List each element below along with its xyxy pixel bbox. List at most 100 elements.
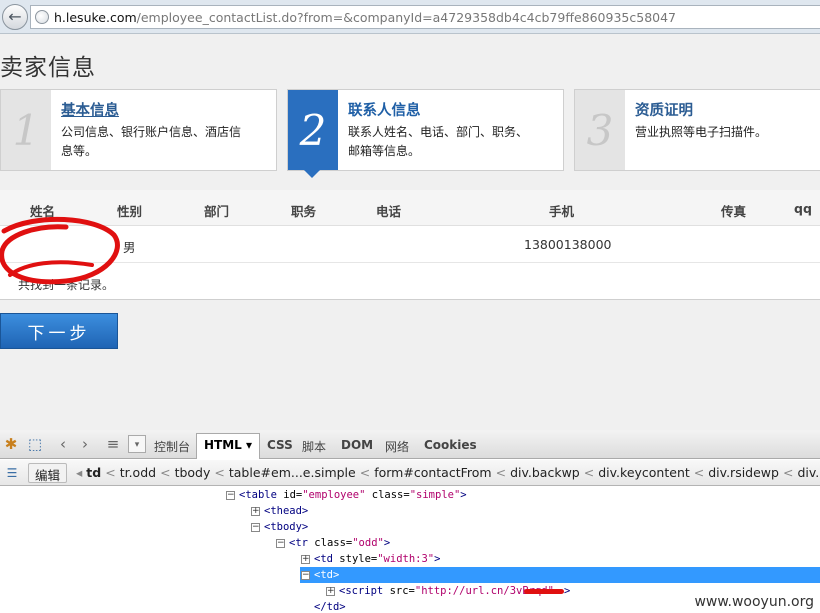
breadcrumb-item[interactable]: td — [86, 465, 101, 480]
edit-button[interactable]: 编辑 — [28, 463, 68, 483]
expand-icon[interactable]: + — [326, 586, 335, 596]
table-row[interactable]: 男 13800138000 — [0, 227, 820, 263]
url-input[interactable]: h.lesuke.com/employee_contactList.do?fro… — [30, 5, 820, 29]
breadcrumb: ☰ 编辑 ◂ td < tr.odd < tbody < table#em...e.simp… — [0, 460, 820, 486]
page-title: 卖家信息 — [0, 55, 96, 81]
tree-node[interactable]: − <tbody> — [251, 519, 308, 535]
step-description: 联系人姓名、电话、部门、职务、邮箱等信息。 — [348, 125, 529, 158]
tree-node[interactable]: + <thead> — [251, 503, 308, 519]
breadcrumb-item[interactable]: table#em...e.simple — [229, 465, 356, 480]
tree-tag-close: > — [383, 537, 391, 549]
tab-html-label: HTML — [204, 438, 242, 452]
breadcrumb-list: ◂ td < tr.odd < tbody < table#em...e.simple < fo… — [76, 465, 820, 480]
step-title[interactable]: 基本信息 — [61, 99, 119, 120]
devtools-toolbar: ✱ ⬚ ‹ › ≡ ▾ 控制台 HTML ▾ CSS 脚本 DOM 网络 Coo… — [0, 430, 820, 459]
expand-icon[interactable]: + — [251, 506, 260, 516]
breadcrumb-item[interactable]: div.backwp — [510, 465, 580, 480]
breadcrumb-item[interactable]: tr.odd — [120, 465, 156, 480]
column-header: 姓名 — [30, 204, 56, 219]
tree-attr-name: src= — [389, 585, 415, 597]
column-header: 部门 — [204, 204, 230, 219]
scroll-left-icon[interactable]: ◂ — [76, 465, 82, 480]
column-header: qq — [794, 201, 812, 216]
tab-console[interactable]: 控制台 — [154, 438, 190, 455]
step-title: 联系人信息 — [348, 103, 421, 119]
tree-attr-name: class= — [314, 537, 353, 549]
column-header: 性别 — [117, 204, 143, 219]
tree-attr-name: style= — [339, 553, 378, 565]
tree-node[interactable]: − <table id="employee" class="simple"> — [226, 487, 467, 503]
record-count-note: 共找到一条记录。 — [18, 278, 115, 292]
collapse-icon[interactable]: − — [301, 570, 310, 580]
breadcrumb-item[interactable]: div.keycontent — [598, 465, 690, 480]
back-button[interactable]: ← — [2, 4, 28, 30]
tree-attr-name: id= — [283, 489, 303, 501]
tree-attr-name: class= — [365, 489, 410, 501]
column-header: 电话 — [376, 204, 402, 219]
tab-cookies[interactable]: Cookies — [424, 438, 477, 452]
tree-node[interactable]: − <td> — [300, 567, 820, 583]
watermark: www.wooyun.org — [694, 594, 814, 610]
tree-node[interactable]: + <script src="http://url.cn/3vBrqd" > — [326, 583, 570, 599]
step-title: 资质证明 — [635, 103, 693, 119]
breadcrumb-item[interactable]: div.rsidewp — [708, 465, 779, 480]
tree-attr-value: "width:3" — [377, 553, 435, 565]
column-header: 传真 — [721, 204, 747, 219]
tree-tag: <table — [239, 489, 284, 501]
breadcrumb-item[interactable]: tbody — [175, 465, 211, 480]
cell-gender: 男 — [123, 240, 136, 255]
tree-node[interactable]: </td> — [314, 599, 346, 613]
tree-attr-value: "simple" — [409, 489, 461, 501]
breadcrumb-item[interactable]: form#contactFrom — [374, 465, 491, 480]
address-bar: ← h.lesuke.com/employee_contactList.do?f… — [0, 0, 820, 34]
tab-network[interactable]: 网络 — [385, 438, 409, 455]
url-path: /employee_contactList.do?from=&companyId… — [136, 9, 676, 25]
step-contact-info[interactable]: 2 联系人信息 联系人姓名、电话、部门、职务、邮箱等信息。 — [287, 89, 564, 178]
cell-mobile: 13800138000 — [524, 237, 612, 252]
forward-icon[interactable]: › — [76, 435, 94, 453]
column-header: 手机 — [549, 204, 575, 219]
collapse-icon[interactable]: − — [276, 538, 285, 548]
url-host: h.lesuke.com — [54, 9, 137, 25]
tree-node[interactable]: − <tr class="odd"> — [276, 535, 390, 551]
step-number: 1 — [1, 90, 51, 170]
tree-tag: <tbody> — [264, 521, 309, 533]
step-description: 公司信息、银行账户信息、酒店信息等。 — [61, 125, 242, 158]
step-indicator: 1 基本信息 公司信息、银行账户信息、酒店信息等。 2 联系人信息 联系人姓名、… — [0, 89, 820, 178]
step-number: 3 — [575, 90, 625, 170]
firebug-icon[interactable]: ✱ — [2, 435, 20, 453]
step-number: 2 — [288, 90, 338, 170]
step-basic-info[interactable]: 1 基本信息 公司信息、银行账户信息、酒店信息等。 — [0, 89, 277, 171]
tree-node[interactable]: + <td style="width:3"> — [301, 551, 440, 567]
tree-tag-close: > — [434, 553, 441, 565]
breadcrumb-item[interactable]: div.mainconent — [797, 465, 820, 480]
tree-tag: <script — [339, 585, 390, 597]
tree-tag: <tr — [289, 537, 315, 549]
step-description: 营业执照等电子扫描件。 — [635, 125, 768, 139]
tree-tag-close: > — [563, 585, 571, 597]
inspect-icon[interactable]: ⬚ — [26, 435, 44, 453]
tree-tag: </td> — [314, 601, 346, 613]
column-header: 职务 — [291, 204, 317, 219]
expand-icon[interactable]: + — [301, 554, 310, 564]
tab-html[interactable]: HTML ▾ — [196, 433, 261, 459]
tab-css[interactable]: CSS — [267, 438, 293, 452]
layout-icon[interactable]: ☰ — [3, 464, 21, 482]
collapse-icon[interactable]: − — [226, 490, 235, 500]
tree-tag: <thead> — [264, 505, 309, 517]
tree-tag-close: > — [460, 489, 467, 501]
menu-icon[interactable]: ≡ — [104, 435, 122, 453]
tab-script[interactable]: 脚本 — [302, 438, 326, 455]
dropdown-icon[interactable]: ▾ — [128, 435, 146, 453]
back-icon[interactable]: ‹ — [54, 435, 72, 453]
active-step-pointer — [304, 170, 320, 178]
tab-dom[interactable]: DOM — [341, 438, 373, 452]
tree-tag: <td — [314, 553, 340, 565]
back-arrow-icon: ← — [8, 7, 22, 26]
redaction-mark — [523, 588, 564, 594]
tree-attr-value: "odd" — [352, 537, 384, 549]
step-qualification[interactable]: 3 资质证明 营业执照等电子扫描件。 — [574, 89, 820, 171]
next-step-button[interactable]: 下一步 — [0, 313, 118, 349]
table-header: 姓名 性别 部门 职务 电话 手机 传真 qq — [0, 190, 820, 226]
collapse-icon[interactable]: − — [251, 522, 260, 532]
